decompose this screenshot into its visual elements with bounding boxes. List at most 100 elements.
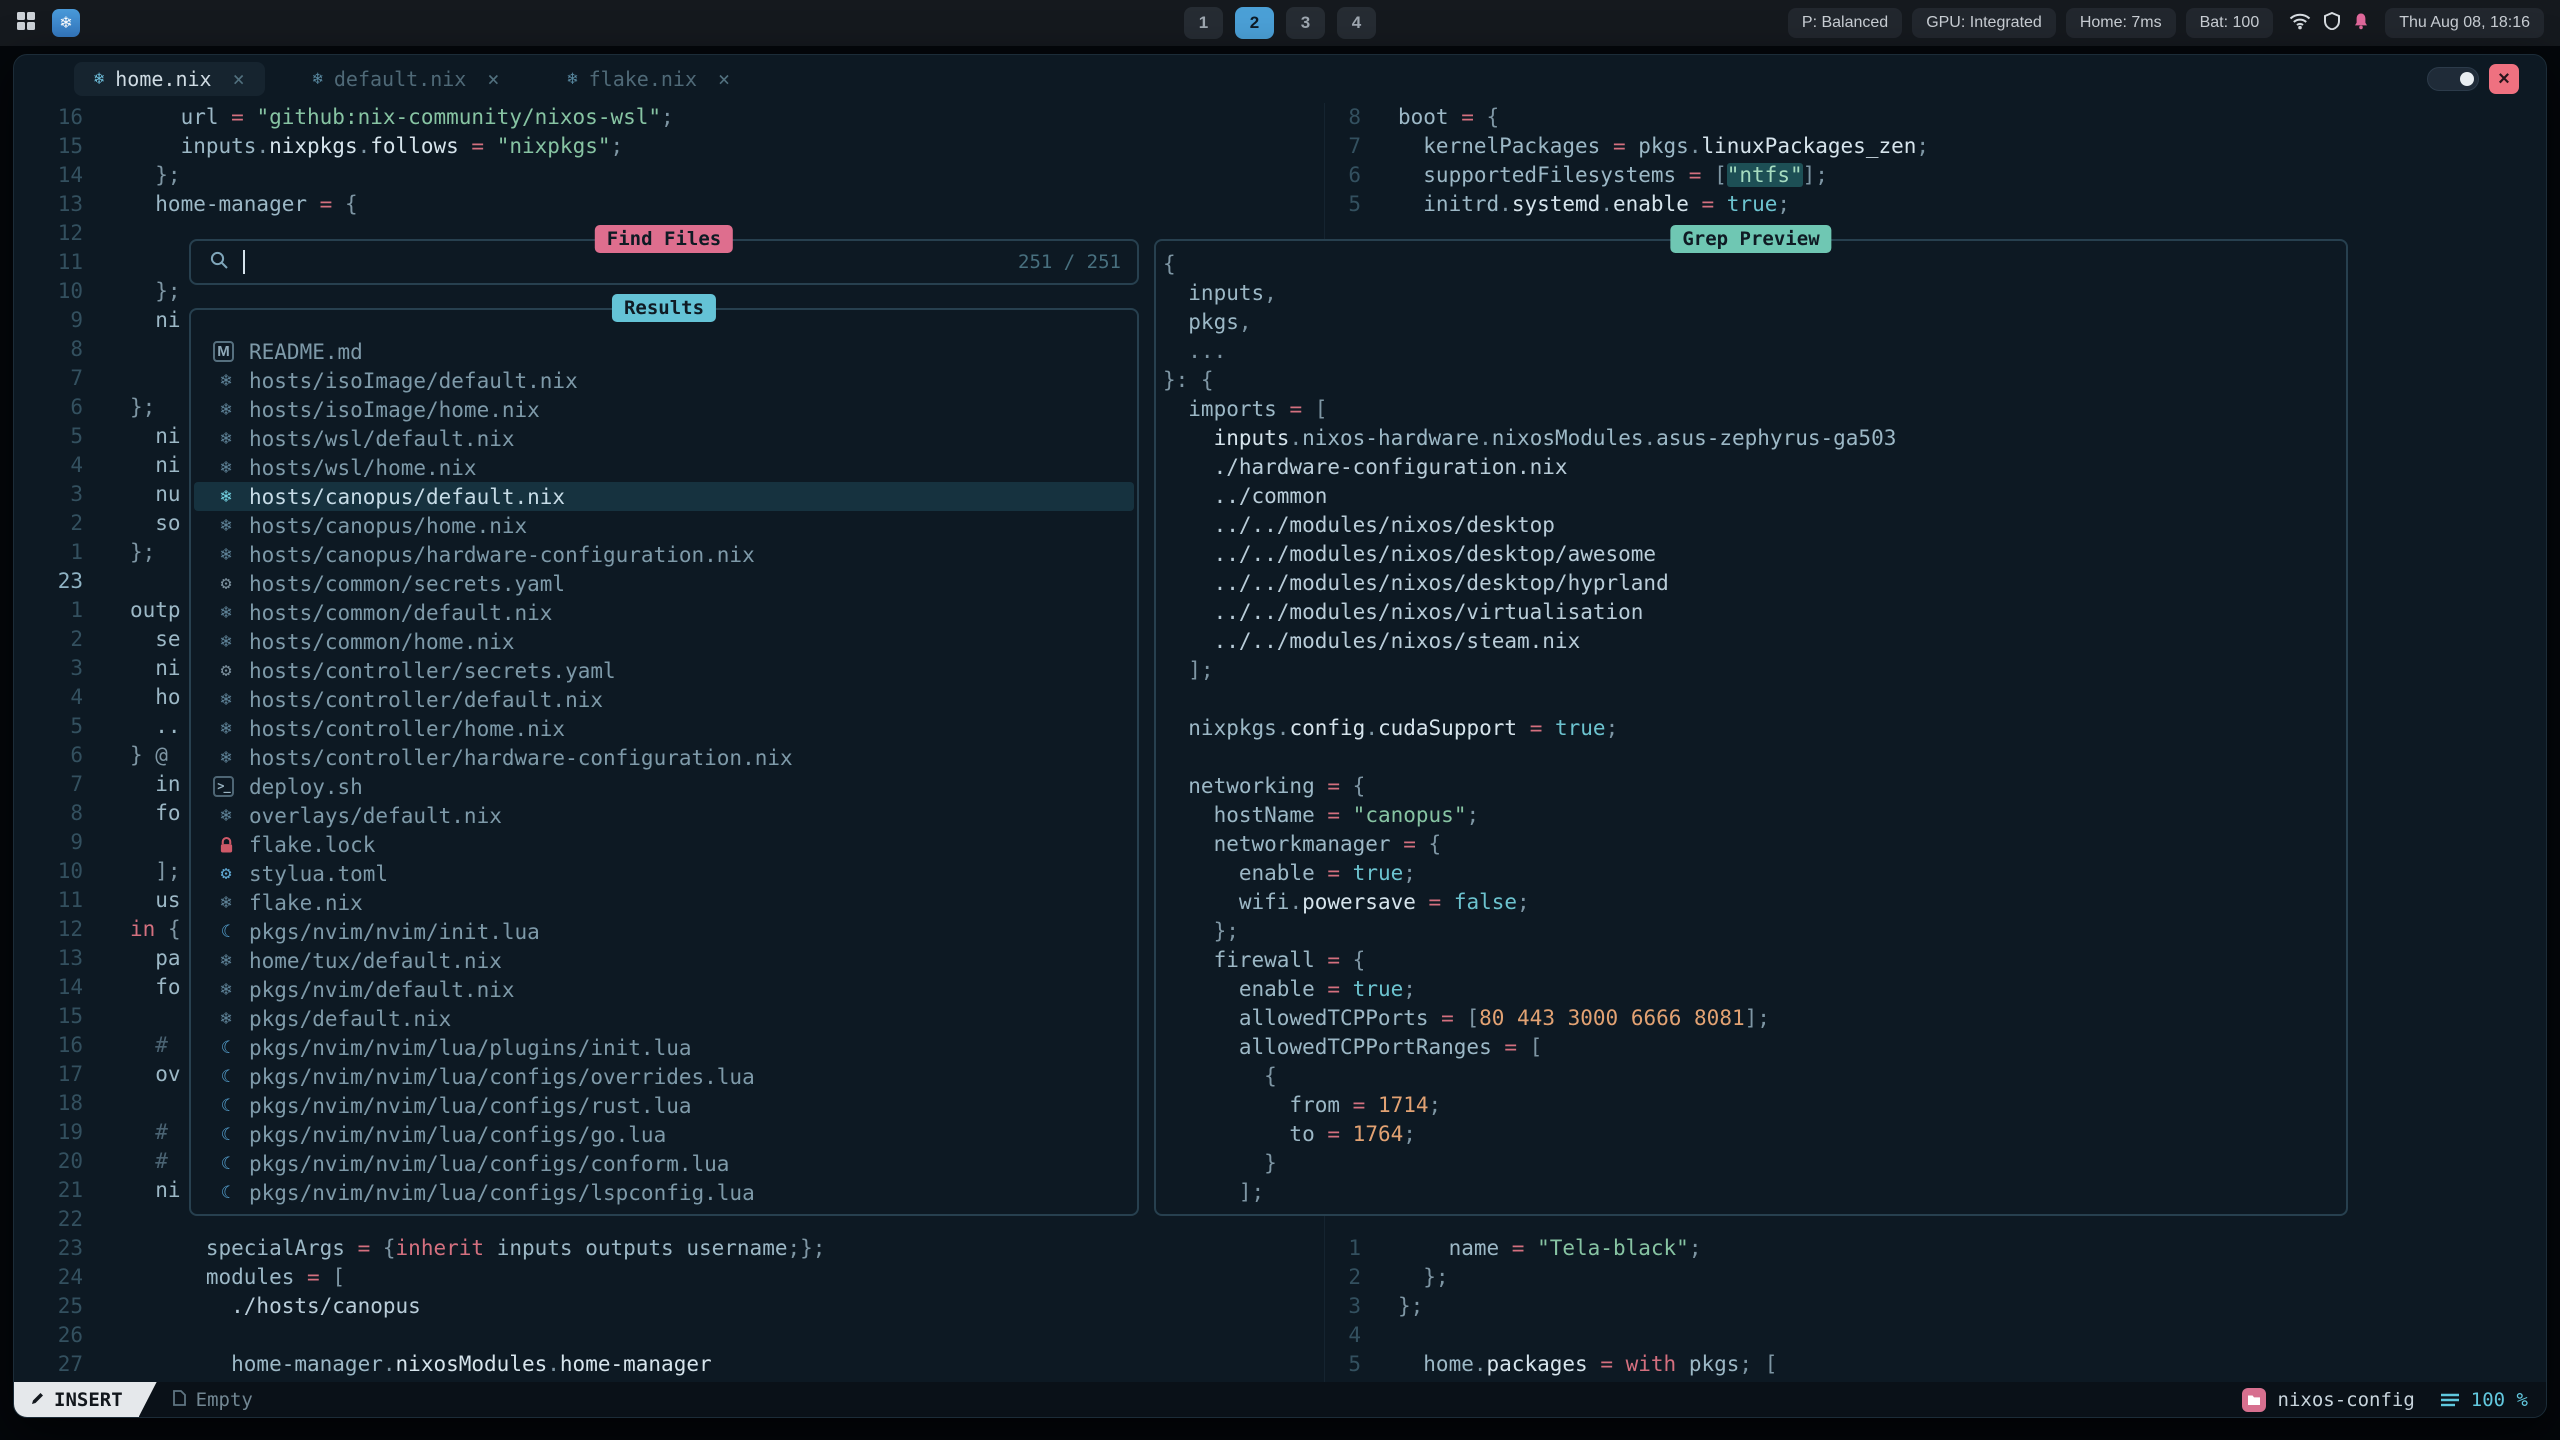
- code-text: ../../modules/nixos/virtualisation: [1163, 598, 1643, 627]
- code-text: url = "github:nix-community/nixos-wsl";: [83, 103, 674, 132]
- file-result[interactable]: ❄overlays/default.nix: [191, 801, 1137, 830]
- lua-file-icon: ☾: [213, 1183, 239, 1203]
- token: hostName: [1163, 803, 1327, 827]
- line-number: 11: [14, 248, 83, 277]
- token: enable: [1163, 977, 1327, 1001]
- find-files-title-badge: Find Files: [595, 225, 733, 253]
- file-result[interactable]: ❄hosts/wsl/home.nix: [191, 453, 1137, 482]
- tab-home.nix[interactable]: ❄home.nix×: [74, 62, 265, 96]
- preview-row: pkgs,: [1163, 308, 2346, 337]
- close-tab-icon[interactable]: ×: [233, 67, 245, 91]
- code-text: networkmanager = {: [1163, 830, 1441, 859]
- nix-file-icon: ❄: [213, 429, 239, 449]
- line-number: 9: [14, 828, 83, 857]
- file-result[interactable]: ❄hosts/canopus/default.nix: [194, 482, 1134, 511]
- file-result[interactable]: ❄pkgs/nvim/default.nix: [191, 975, 1137, 1004]
- file-result[interactable]: ❄pkgs/default.nix: [191, 1004, 1137, 1033]
- token: .: [1365, 716, 1378, 740]
- nix-file-icon: ❄: [213, 893, 239, 913]
- file-result[interactable]: ☾pkgs/nvim/nvim/lua/plugins/init.lua: [191, 1033, 1137, 1062]
- clock: Thu Aug 08, 18:16: [2385, 8, 2544, 38]
- code-text: ni: [83, 654, 181, 683]
- file-result[interactable]: ❄hosts/common/home.nix: [191, 627, 1137, 656]
- file-result[interactable]: ❄hosts/isoImage/default.nix: [191, 366, 1137, 395]
- yml-file-icon: ⚙: [213, 661, 239, 681]
- app-logo-icon[interactable]: ❄: [52, 9, 80, 37]
- file-result[interactable]: ❄hosts/canopus/home.nix: [191, 511, 1137, 540]
- file-result[interactable]: ❄hosts/wsl/default.nix: [191, 424, 1137, 453]
- file-result[interactable]: ❄hosts/controller/default.nix: [191, 685, 1137, 714]
- nix-file-icon: ❄: [213, 980, 239, 1000]
- file-result[interactable]: ⚙hosts/controller/secrets.yaml: [191, 656, 1137, 685]
- window-close-button[interactable]: ×: [2489, 64, 2519, 94]
- code-text: };: [83, 538, 155, 567]
- file-result[interactable]: ❄flake.nix: [191, 888, 1137, 917]
- token: ];: [1745, 1006, 1770, 1030]
- workspace-button-2[interactable]: 2: [1235, 7, 1274, 39]
- file-name: overlays/default.nix: [249, 804, 502, 828]
- code-row: 6 supportedFilesystems = ["ntfs"];: [1325, 161, 2547, 190]
- token: pkgs: [1163, 310, 1239, 334]
- token: =: [1429, 890, 1454, 914]
- file-name: hosts/controller/home.nix: [249, 717, 565, 741]
- token: =: [358, 1236, 383, 1260]
- shield-icon[interactable]: [2324, 12, 2340, 35]
- token: ,: [1264, 281, 1277, 305]
- token: =: [1600, 1352, 1625, 1376]
- file-result[interactable]: ☾pkgs/nvim/nvim/lua/configs/conform.lua: [191, 1149, 1137, 1178]
- nix-file-icon: ❄: [213, 458, 239, 478]
- tab-flake.nix[interactable]: ❄flake.nix×: [547, 62, 750, 96]
- token: ;: [1466, 803, 1479, 827]
- file-result[interactable]: ❄home/tux/default.nix: [191, 946, 1137, 975]
- workspace-button-4[interactable]: 4: [1337, 7, 1376, 39]
- lua-file-icon: ☾: [213, 1096, 239, 1116]
- file-result[interactable]: >_deploy.sh: [191, 772, 1137, 801]
- file-result[interactable]: ❄hosts/controller/home.nix: [191, 714, 1137, 743]
- close-tab-icon[interactable]: ×: [718, 67, 730, 91]
- file-result[interactable]: MREADME.md: [191, 337, 1137, 366]
- toggle-switch[interactable]: [2427, 67, 2479, 91]
- line-number: 3: [14, 654, 83, 683]
- token: =: [1327, 774, 1352, 798]
- file-result[interactable]: ❄hosts/canopus/hardware-configuration.ni…: [191, 540, 1137, 569]
- token: =: [1613, 134, 1638, 158]
- file-result[interactable]: ❄hosts/common/default.nix: [191, 598, 1137, 627]
- preview-row: enable = true;: [1163, 975, 2346, 1004]
- nix-file-icon: ❄: [213, 545, 239, 565]
- file-result[interactable]: ❄hosts/controller/hardware-configuration…: [191, 743, 1137, 772]
- app-launcher-icon[interactable]: [16, 11, 36, 36]
- token: with: [1626, 1352, 1677, 1376]
- workspace-button-3[interactable]: 3: [1286, 7, 1325, 39]
- line-number: 2: [14, 625, 83, 654]
- code-text: [1361, 1321, 1398, 1350]
- code-text: se: [83, 625, 181, 654]
- code-text: ov: [83, 1060, 181, 1089]
- file-result[interactable]: ☾pkgs/nvim/nvim/lua/configs/lspconfig.lu…: [191, 1178, 1137, 1207]
- file-result[interactable]: ⚙hosts/common/secrets.yaml: [191, 569, 1137, 598]
- toml-file-icon: ⚙: [213, 864, 239, 884]
- file-name: pkgs/nvim/nvim/lua/configs/overrides.lua: [249, 1065, 755, 1089]
- preview-row: [1163, 685, 2346, 714]
- line-number: 5: [1325, 190, 1361, 219]
- pencil-icon: [30, 1389, 45, 1411]
- close-tab-icon[interactable]: ×: [487, 67, 499, 91]
- file-result[interactable]: ☾pkgs/nvim/nvim/lua/configs/go.lua: [191, 1120, 1137, 1149]
- lua-file-icon: ☾: [213, 1038, 239, 1058]
- file-result[interactable]: ☾pkgs/nvim/nvim/lua/configs/rust.lua: [191, 1091, 1137, 1120]
- token: =: [1461, 105, 1486, 129]
- file-result[interactable]: flake.lock: [191, 830, 1137, 859]
- file-result[interactable]: ❄hosts/isoImage/home.nix: [191, 395, 1137, 424]
- token: ni: [130, 1178, 181, 1202]
- file-name: hosts/controller/default.nix: [249, 688, 603, 712]
- tab-default.nix[interactable]: ❄default.nix×: [293, 62, 520, 96]
- token: fo: [130, 975, 181, 999]
- wifi-icon[interactable]: [2289, 12, 2311, 35]
- file-result[interactable]: ☾pkgs/nvim/nvim/init.lua: [191, 917, 1137, 946]
- file-result[interactable]: ⚙stylua.toml: [191, 859, 1137, 888]
- file-result[interactable]: ☾pkgs/nvim/nvim/lua/configs/overrides.lu…: [191, 1062, 1137, 1091]
- file-name: pkgs/nvim/nvim/init.lua: [249, 920, 540, 944]
- workspace-button-1[interactable]: 1: [1184, 7, 1223, 39]
- preview-row: inputs.nixos-hardware.nixosModules.asus-…: [1163, 424, 2346, 453]
- file-name: hosts/isoImage/home.nix: [249, 398, 540, 422]
- notification-bell-icon[interactable]: [2353, 12, 2369, 35]
